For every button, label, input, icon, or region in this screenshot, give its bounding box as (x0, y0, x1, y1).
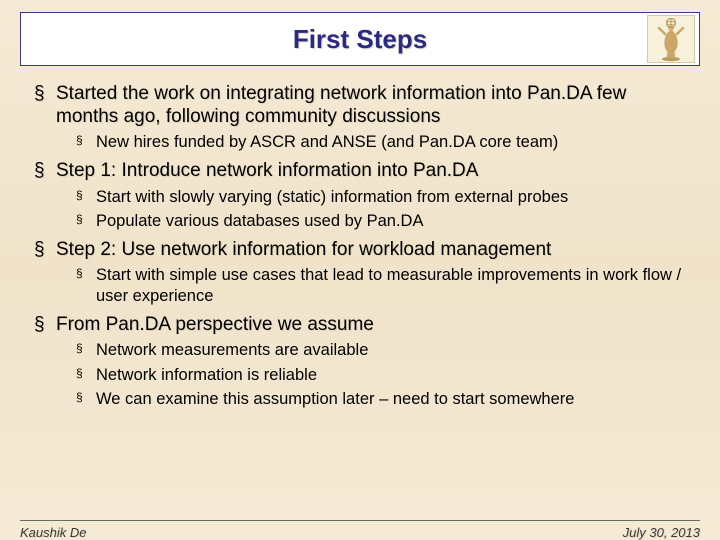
sub-item: Start with slowly varying (static) infor… (70, 187, 686, 208)
slide-content: Started the work on integrating network … (0, 74, 720, 410)
sub-item: Network information is reliable (70, 365, 686, 386)
footer-author: Kaushik De (20, 525, 86, 540)
sub-item: Populate various databases used by Pan.D… (70, 211, 686, 232)
sub-item: Start with simple use cases that lead to… (70, 265, 686, 307)
bullet-list: Started the work on integrating network … (34, 82, 686, 410)
bullet-item: From Pan.DA perspective we assume Networ… (34, 313, 686, 410)
bullet-text: Step 1: Introduce network information in… (56, 160, 478, 181)
sub-item: Network measurements are available (70, 340, 686, 361)
sub-list: Start with simple use cases that lead to… (56, 265, 686, 307)
bullet-item: Step 1: Introduce network information in… (34, 159, 686, 231)
bullet-item: Started the work on integrating network … (34, 82, 686, 153)
atlas-statue-icon (651, 18, 691, 62)
sub-list: Start with slowly varying (static) infor… (56, 187, 686, 232)
sub-item: New hires funded by ASCR and ANSE (and P… (70, 132, 686, 153)
bullet-text: Started the work on integrating network … (56, 83, 626, 127)
slide-title: First Steps (293, 24, 427, 55)
sub-list: Network measurements are available Netwo… (56, 340, 686, 409)
slide-footer: Kaushik De July 30, 2013 (20, 520, 700, 540)
bullet-text: Step 2: Use network information for work… (56, 239, 551, 260)
sub-list: New hires funded by ASCR and ANSE (and P… (56, 132, 686, 153)
bullet-item: Step 2: Use network information for work… (34, 238, 686, 307)
atlas-logo (647, 15, 695, 63)
title-bar: First Steps (20, 12, 700, 66)
sub-item: We can examine this assumption later – n… (70, 389, 686, 410)
bullet-text: From Pan.DA perspective we assume (56, 314, 374, 335)
footer-divider (20, 520, 700, 521)
footer-date: July 30, 2013 (623, 525, 700, 540)
